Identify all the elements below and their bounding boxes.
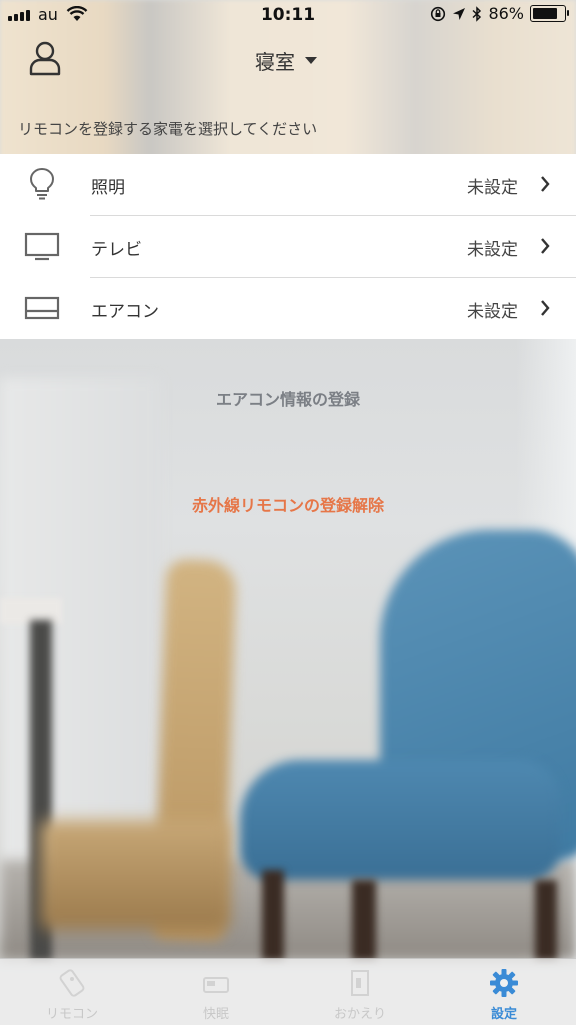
tab-remote[interactable]: リモコン [0,959,144,1025]
device-label: エアコン [91,302,159,322]
chevron-right-icon [541,238,550,254]
device-status: 未設定 [467,302,518,322]
battery-fill [533,8,558,19]
background-chair-leg [352,880,376,960]
tab-label: おかえり [333,1007,386,1022]
battery-icon [530,5,569,22]
sleep-icon [203,977,229,993]
chevron-down-icon [305,57,317,64]
tab-bar: リモコン 快眠 おかえり 設定 [0,958,576,1025]
device-row-tv[interactable]: テレビ 未設定 [0,215,576,277]
tab-label: 設定 [490,1007,517,1022]
rotation-lock-icon [431,6,446,21]
device-label: テレビ [91,240,142,260]
location-icon [453,7,466,20]
background-blue-chair-seat [240,760,560,880]
person-icon[interactable] [28,40,62,76]
door-icon [351,970,369,996]
chevron-right-icon [541,300,550,316]
tab-label: 快眠 [202,1007,229,1022]
device-status: 未設定 [467,240,518,260]
device-row-light[interactable]: 照明 未設定 [0,154,576,215]
room-selector[interactable]: 寝室 [255,46,317,75]
tab-settings[interactable]: 設定 [432,959,576,1025]
device-list: 照明 未設定 テレビ 未設定 エアコン 未設定 [0,154,576,339]
tab-welcome-home[interactable]: おかえり [288,959,432,1025]
background-wooden-chair-seat [40,820,230,930]
aircon-info-register-button[interactable]: エアコン情報の登録 [0,386,576,410]
gear-icon [490,969,518,997]
aircon-icon [24,296,60,320]
lightbulb-icon [30,168,54,200]
battery-percent: 86% [488,4,524,23]
device-label: 照明 [91,178,125,198]
tab-sleep[interactable]: 快眠 [144,959,288,1025]
tv-icon [24,232,60,261]
background-chair-leg [535,880,557,960]
room-name: 寝室 [255,50,295,74]
ir-remote-unregister-button[interactable]: 赤外線リモコンの登録解除 [0,492,576,516]
device-status: 未設定 [467,178,518,198]
tab-label: リモコン [45,1007,98,1022]
instruction-text: リモコンを登録する家電を選択してください [18,120,318,138]
remote-icon [59,969,85,997]
background-chair-leg [262,870,284,960]
chevron-right-icon [541,176,550,192]
bluetooth-icon [472,5,482,22]
device-row-aircon[interactable]: エアコン 未設定 [0,277,576,339]
status-bar: au 10:11 86% [0,0,576,32]
